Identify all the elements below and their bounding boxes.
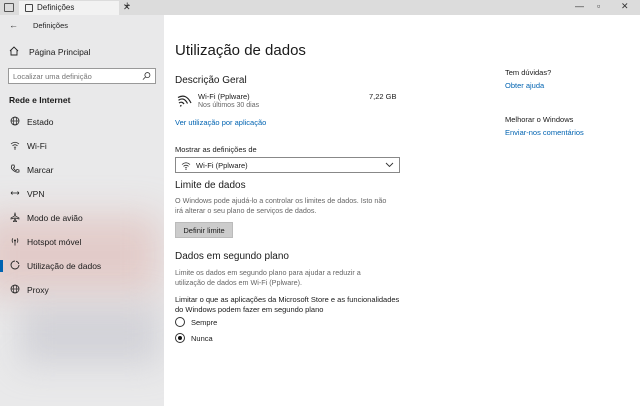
close-window-button[interactable]: ✕ [621, 1, 629, 12]
sidebar-item-marcar[interactable]: Marcar [0, 160, 164, 180]
sidebar-item-estado[interactable]: Estado [0, 112, 164, 132]
settings-app-icon [25, 4, 33, 12]
radio-nunca[interactable]: Nunca [175, 333, 295, 345]
send-feedback-link[interactable]: Enviar-nos comentários [505, 128, 584, 137]
globe-icon [10, 116, 20, 126]
background-data-heading: Dados em segundo plano [175, 251, 289, 262]
main-content: Utilização de dados Descrição Geral Wi-F… [164, 15, 640, 406]
section-heading: Rede e Internet [9, 95, 71, 105]
sidebar-item-modo-aviao[interactable]: Modo de avião [0, 208, 164, 228]
phone-icon [10, 164, 20, 173]
description-line: Limite os dados em segundo plano para aj… [175, 268, 361, 277]
sidebar-item-vpn[interactable]: VPN [0, 184, 164, 204]
question-line: do Windows podem fazer em segundo plano [175, 305, 324, 314]
radio-button[interactable] [175, 333, 185, 343]
airplane-icon [10, 212, 20, 222]
get-help-link[interactable]: Obter ajuda [505, 81, 544, 90]
home-icon [9, 46, 19, 56]
sidebar-item-label: Proxy [27, 285, 49, 295]
background-limit-question: Limitar o que as aplicações da Microsoft… [175, 295, 420, 315]
set-limit-button[interactable]: Definir limite [175, 222, 233, 238]
acrylic-blur [20, 305, 160, 365]
maximize-button[interactable]: ▫ [597, 1, 600, 11]
sidebar-item-label: Hotspot móvel [27, 237, 82, 247]
search-box[interactable] [8, 68, 156, 84]
search-input[interactable] [13, 71, 139, 82]
data-limit-heading: Limite de dados [175, 180, 246, 191]
sidebar-item-wifi[interactable]: Wi-Fi [0, 136, 164, 156]
sidebar-item-utilizacao-dados[interactable]: Utilização de dados [0, 256, 164, 276]
usage-period: Nos últimos 30 dias [198, 102, 260, 109]
description-line: O Windows pode ajudá-lo a controlar os l… [175, 196, 387, 205]
select-value: Wi-Fi (Pplware) [196, 161, 248, 170]
new-tab-button[interactable]: + [124, 0, 130, 12]
home-label: Página Principal [29, 47, 91, 57]
minimize-button[interactable]: — [575, 1, 584, 11]
radio-label: Sempre [191, 318, 218, 327]
radio-label: Nunca [191, 334, 213, 343]
data-limit-description: O Windows pode ajudá-lo a controlar os l… [175, 196, 405, 216]
hotspot-icon [11, 238, 19, 246]
question-line: Limitar o que as aplicações da Microsoft… [175, 295, 400, 304]
proxy-icon [10, 284, 20, 294]
sidebar-item-proxy[interactable]: Proxy [0, 280, 164, 300]
chevron-down-icon [385, 162, 394, 168]
title-bar: Definições ✕ + — ▫ ✕ [0, 0, 640, 15]
sidebar-item-label: Marcar [27, 165, 54, 175]
app-title: Definições [33, 21, 69, 30]
task-view-icon[interactable] [4, 3, 14, 12]
sidebar-item-label: Wi-Fi [27, 141, 47, 151]
sidebar-item-label: Estado [27, 117, 54, 127]
search-icon[interactable] [142, 71, 151, 81]
usage-amount: 7,22 GB [369, 92, 397, 101]
radio-button[interactable] [175, 317, 185, 327]
background-data-description: Limite os dados em segundo plano para aj… [175, 268, 405, 288]
wifi-icon [10, 141, 20, 150]
sidebar-item-label: VPN [27, 189, 45, 199]
show-settings-label: Mostrar as definições de [175, 145, 257, 154]
overview-heading: Descrição Geral [175, 75, 247, 86]
view-usage-per-app-link[interactable]: Ver utilização por aplicação [175, 118, 266, 127]
wifi-signal-icon [177, 95, 192, 107]
sidebar: ← Definições Página Principal Rede e Int… [0, 15, 164, 406]
help-heading: Tem dúvidas? [505, 68, 552, 77]
description-line: irá alterar o seu plano de serviços de d… [175, 206, 317, 215]
tab-title: Definições [37, 3, 75, 12]
improve-windows-heading: Melhorar o Windows [505, 115, 574, 124]
tab-settings[interactable]: Definições ✕ [19, 1, 131, 15]
data-usage-icon [10, 260, 20, 270]
back-button[interactable]: ← [9, 20, 18, 30]
description-line: utilização de dados em Wi-Fi (Pplware). [175, 278, 303, 287]
network-name: Wi-Fi (Pplware) [198, 92, 250, 101]
sidebar-item-label: Modo de avião [27, 213, 83, 223]
vpn-icon [10, 191, 20, 195]
sidebar-item-hotspot[interactable]: Hotspot móvel [0, 232, 164, 252]
wifi-icon [181, 162, 191, 170]
sidebar-item-label: Utilização de dados [27, 261, 102, 271]
radio-sempre[interactable]: Sempre [175, 317, 295, 329]
page-title: Utilização de dados [175, 42, 306, 59]
network-select[interactable]: Wi-Fi (Pplware) [175, 157, 400, 173]
